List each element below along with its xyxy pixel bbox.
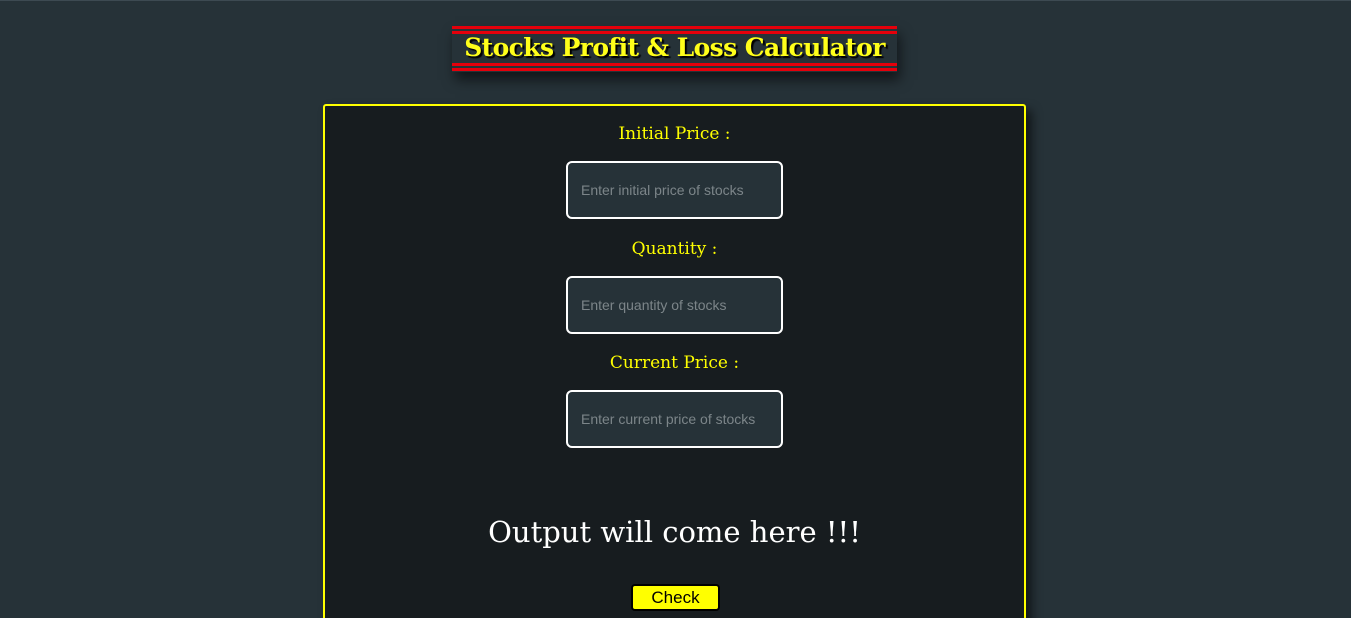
current-price-input[interactable] — [566, 390, 783, 448]
top-divider — [0, 0, 1351, 1]
quantity-label: Quantity : — [631, 239, 718, 259]
title-stripe — [452, 68, 897, 71]
title-stripe — [452, 63, 897, 66]
check-button[interactable]: Check — [631, 584, 720, 611]
current-price-label: Current Price : — [609, 353, 740, 373]
page-title: Stocks Profit & Loss Calculator — [464, 33, 885, 62]
quantity-input[interactable] — [566, 276, 783, 334]
page-header: Stocks Profit & Loss Calculator — [452, 26, 897, 72]
initial-price-label: Initial Price : — [618, 124, 731, 144]
calculator-card: Initial Price : Quantity : Current Price… — [323, 104, 1026, 618]
initial-price-input[interactable] — [566, 161, 783, 219]
title-stripe — [452, 26, 897, 29]
output-message: Output will come here !!! — [488, 515, 861, 549]
